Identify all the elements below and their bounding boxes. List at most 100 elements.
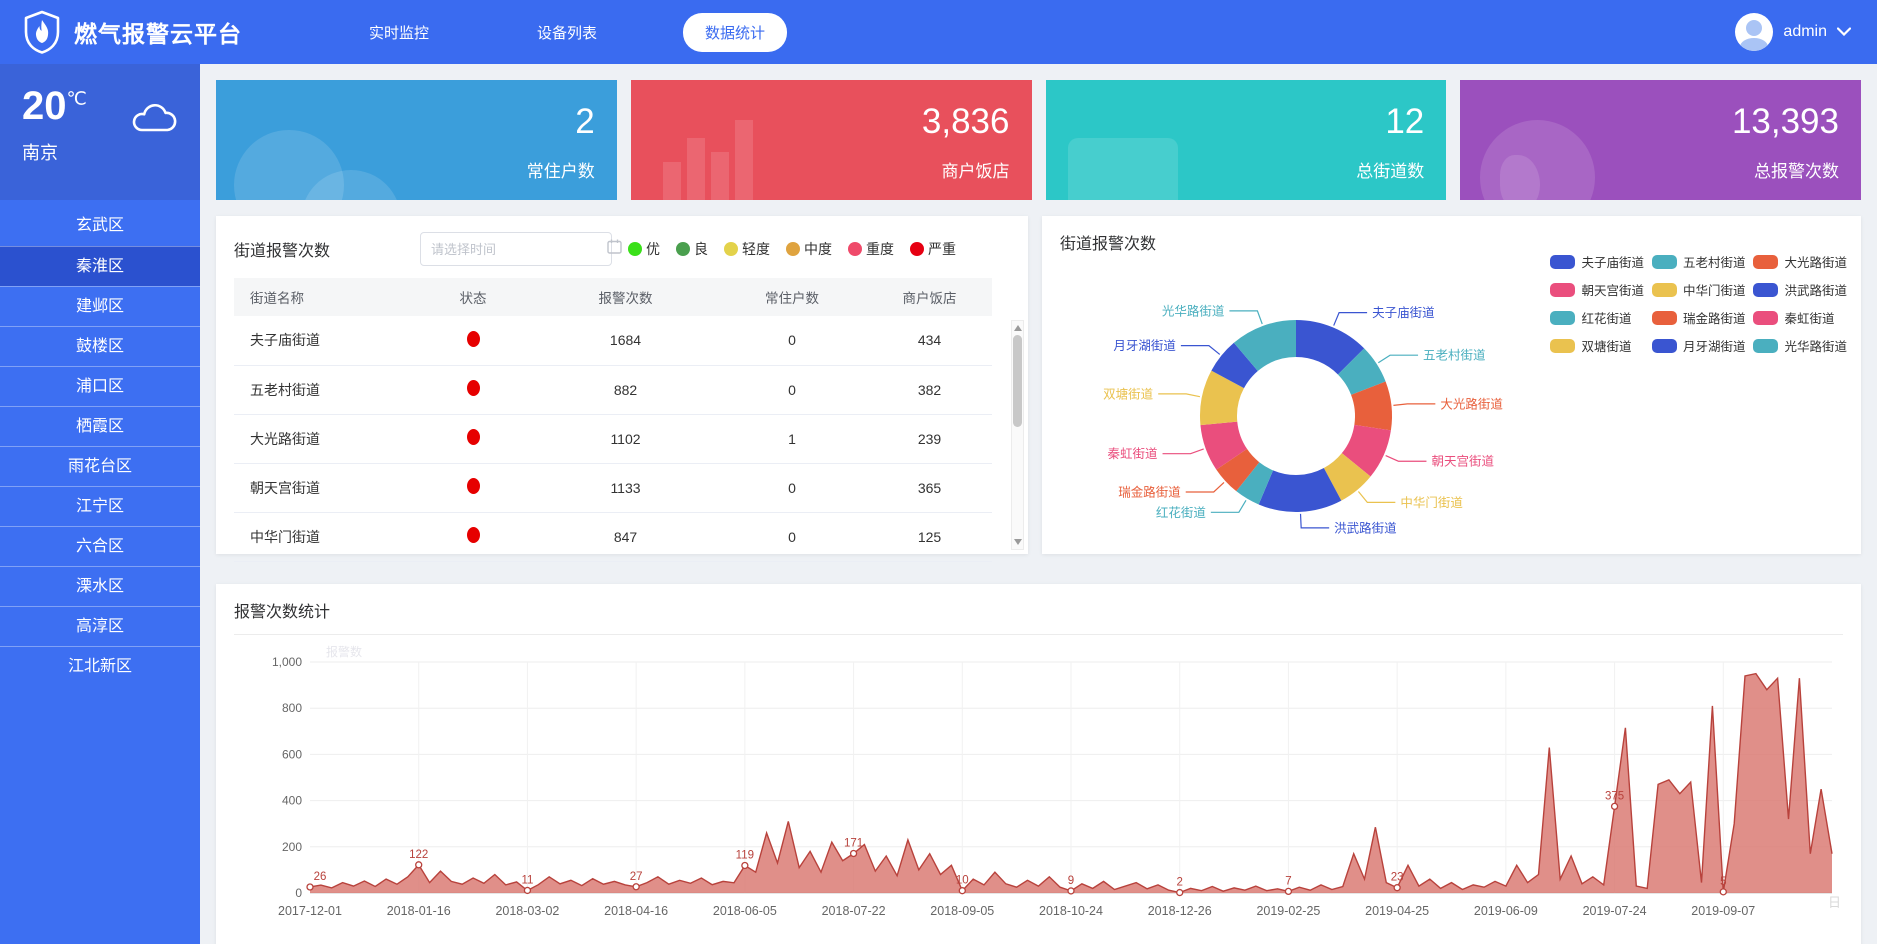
card-label: 总报警次数	[1754, 157, 1839, 182]
donut-label: 五老村街道	[1423, 349, 1486, 363]
nav-item-数据统计[interactable]: 数据统计	[683, 13, 787, 52]
area-chart[interactable]: 报警数02004006008001,0002017-12-012018-01-1…	[234, 640, 1843, 944]
sidebar-item-江宁区[interactable]: 江宁区	[0, 486, 200, 526]
x-tick-label: 2018-01-16	[387, 904, 451, 918]
alarm-stats-panel: 报警次数统计 报警数02004006008001,0002017-12-0120…	[216, 584, 1861, 944]
table-header-cell: 状态	[412, 278, 534, 316]
sidebar-item-高淳区[interactable]: 高淳区	[0, 606, 200, 646]
sidebar-item-雨花台区[interactable]: 雨花台区	[0, 446, 200, 486]
alarm-count-cell: 1684	[534, 316, 717, 365]
table-header-cell: 常住户数	[717, 278, 867, 316]
table-row[interactable]: 朝天宫街道11330365	[234, 463, 992, 512]
nav-menu: 实时监控 设备列表 数据统计	[347, 13, 787, 52]
donut-label: 红花街道	[1156, 505, 1207, 520]
residents-cell: 0	[717, 365, 867, 414]
date-picker[interactable]	[420, 232, 612, 266]
admin-label[interactable]: admin	[1783, 23, 1827, 41]
panel-title: 报警次数统计	[234, 598, 1843, 635]
sidebar-item-鼓楼区[interactable]: 鼓楼区	[0, 326, 200, 366]
table-row[interactable]: 大光路街道11021239	[234, 414, 992, 463]
x-tick-label: 2019-04-25	[1365, 904, 1429, 918]
scroll-down-icon[interactable]	[1014, 539, 1022, 545]
data-point-label: 9	[1068, 875, 1074, 887]
stat-cards: 2常住户数3,836商户饭店12总街道数13,393总报警次数	[216, 80, 1861, 200]
data-point-label: 122	[409, 849, 428, 861]
table-scrollbar[interactable]	[1011, 320, 1024, 550]
alarm-count-cell: 882	[534, 365, 717, 414]
donut-label: 瑞金路街道	[1118, 484, 1181, 499]
sidebar-item-玄武区[interactable]: 玄武区	[0, 206, 200, 246]
data-point-label: 119	[736, 850, 754, 862]
scroll-up-icon[interactable]	[1014, 325, 1022, 331]
nav-item-实时监控[interactable]: 实时监控	[347, 13, 451, 52]
y-axis-name: 报警数	[326, 644, 362, 659]
table-row[interactable]: 中华门街道8470125	[234, 512, 992, 561]
status-dot-icon	[676, 242, 690, 256]
alarm-status-dot-icon	[467, 331, 480, 347]
donut-legend-item-秦虹街道[interactable]: 秦虹街道	[1753, 308, 1847, 327]
legend-swatch-icon	[1753, 255, 1778, 269]
nav-item-设备列表[interactable]: 设备列表	[515, 13, 619, 52]
status-cell	[412, 316, 534, 365]
legend-swatch-icon	[1652, 283, 1677, 297]
user-menu[interactable]: admin	[1735, 13, 1851, 51]
date-input[interactable]	[431, 242, 607, 257]
sidebar-item-六合区[interactable]: 六合区	[0, 526, 200, 566]
x-tick-label: 2018-12-26	[1148, 904, 1212, 918]
sidebar-item-溧水区[interactable]: 溧水区	[0, 566, 200, 606]
donut-legend-item-红花街道[interactable]: 红花街道	[1550, 308, 1644, 327]
dashboard: 燃气报警云平台 实时监控设备列表数据统计 admin 20℃ 南京 玄武区秦淮区…	[0, 0, 1877, 944]
card-value: 2	[575, 102, 594, 142]
donut-label: 中华门街道	[1400, 495, 1463, 510]
donut-legend-item-大光路街道[interactable]: 大光路街道	[1753, 252, 1847, 271]
donut-panel: 街道报警次数 夫子庙街道五老村街道大光路街道朝天宫街道中华门街道洪武路街道红花街…	[1042, 216, 1861, 554]
main-content: 2常住户数3,836商户饭店12总街道数13,393总报警次数 街道报警次数 优…	[200, 64, 1877, 944]
sidebar-item-浦口区[interactable]: 浦口区	[0, 366, 200, 406]
chevron-down-icon[interactable]	[1837, 23, 1851, 41]
donut-legend: 夫子庙街道五老村街道大光路街道朝天宫街道中华门街道洪武路街道红花街道瑞金路街道秦…	[1550, 252, 1847, 355]
data-point-label: 375	[1605, 790, 1624, 802]
table-row[interactable]: 夫子庙街道16840434	[234, 316, 992, 365]
alarm-status-dot-icon	[467, 478, 480, 494]
calendar-icon[interactable]	[607, 239, 622, 259]
residents-cell: 0	[717, 463, 867, 512]
datazoom-icon[interactable]: 日	[1828, 895, 1841, 910]
x-tick-label: 2018-06-05	[713, 904, 777, 918]
status-legend: 优良轻度中度重度严重	[628, 239, 1010, 259]
data-point-label: 27	[630, 871, 643, 883]
city-label: 南京	[22, 139, 178, 165]
donut-label: 秦虹街道	[1108, 447, 1159, 461]
status-dot-icon	[786, 242, 800, 256]
donut-legend-item-中华门街道[interactable]: 中华门街道	[1652, 280, 1746, 299]
donut-legend-item-月牙湖街道[interactable]: 月牙湖街道	[1652, 336, 1746, 355]
donut-legend-item-夫子庙街道[interactable]: 夫子庙街道	[1550, 252, 1644, 271]
data-point-label: 23	[1391, 872, 1404, 884]
donut-legend-item-双塘街道[interactable]: 双塘街道	[1550, 336, 1644, 355]
sidebar-item-秦淮区[interactable]: 秦淮区	[0, 246, 200, 286]
alarm-count-cell: 847	[534, 512, 717, 561]
user-avatar[interactable]	[1735, 13, 1773, 51]
donut-legend-item-洪武路街道[interactable]: 洪武路街道	[1753, 280, 1847, 299]
legend-swatch-icon	[1550, 339, 1575, 353]
donut-legend-item-光华路街道[interactable]: 光华路街道	[1753, 336, 1847, 355]
data-point-label: 11	[521, 874, 533, 886]
data-point-label: 10	[956, 875, 969, 887]
y-tick-label: 200	[282, 840, 302, 854]
x-tick-label: 2019-06-09	[1474, 904, 1538, 918]
sidebar-item-江北新区[interactable]: 江北新区	[0, 646, 200, 686]
card-value: 3,836	[922, 102, 1010, 142]
merchants-cell: 125	[867, 512, 992, 561]
street-name-cell: 五老村街道	[234, 365, 412, 414]
scroll-thumb[interactable]	[1013, 335, 1022, 427]
sidebar-item-栖霞区[interactable]: 栖霞区	[0, 406, 200, 446]
alarm-status-dot-icon	[467, 429, 480, 445]
donut-legend-item-五老村街道[interactable]: 五老村街道	[1652, 252, 1746, 271]
logo-shield-flame-icon	[22, 10, 62, 54]
x-tick-label: 2018-09-05	[930, 904, 994, 918]
donut-legend-item-朝天宫街道[interactable]: 朝天宫街道	[1550, 280, 1644, 299]
sidebar-item-建邺区[interactable]: 建邺区	[0, 286, 200, 326]
donut-legend-item-瑞金路街道[interactable]: 瑞金路街道	[1652, 308, 1746, 327]
merchants-cell: 365	[867, 463, 992, 512]
legend-swatch-icon	[1550, 255, 1575, 269]
table-row[interactable]: 五老村街道8820382	[234, 365, 992, 414]
